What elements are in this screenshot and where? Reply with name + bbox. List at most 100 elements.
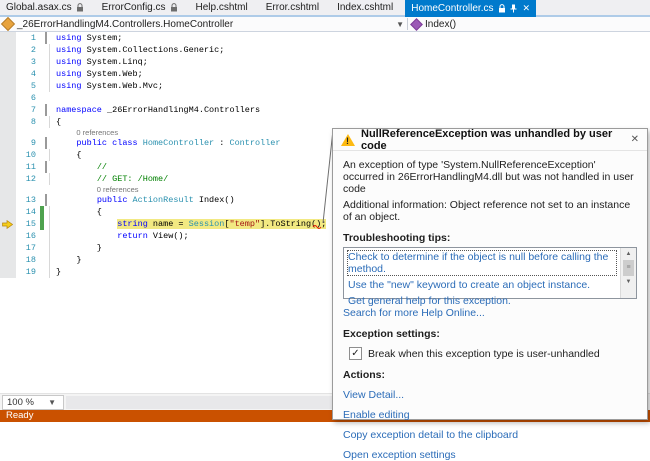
- code-text[interactable]: return View();: [56, 230, 188, 242]
- warning-icon: [341, 133, 355, 146]
- code-text[interactable]: // GET: /Home/: [56, 173, 168, 185]
- breakpoint-margin[interactable]: [0, 56, 16, 68]
- breakpoint-margin[interactable]: [0, 230, 16, 242]
- break-checkbox-label: Break when this exception type is user-u…: [368, 347, 600, 360]
- collapse-box-icon[interactable]: [45, 194, 47, 206]
- tab-errorconfig-cs[interactable]: ErrorConfig.cs: [96, 0, 184, 15]
- breakpoint-margin[interactable]: [0, 242, 16, 254]
- collapse-box-icon[interactable]: [45, 32, 47, 44]
- code-text[interactable]: {: [56, 116, 61, 128]
- lock-icon: [76, 3, 84, 12]
- action-link-copy-exception-detail-to-the-clipboard[interactable]: Copy exception detail to the clipboard: [343, 429, 637, 441]
- outline-margin: [44, 128, 56, 137]
- scroll-down-arrow[interactable]: ▼: [626, 276, 632, 288]
- close-icon[interactable]: ✕: [631, 134, 639, 145]
- tab-index-cshtml[interactable]: Index.cshtml: [331, 0, 399, 15]
- breakpoint-margin[interactable]: [0, 149, 16, 161]
- code-text[interactable]: }: [56, 254, 81, 266]
- tab-label: Global.asax.cs: [6, 2, 72, 13]
- breakpoint-margin[interactable]: [0, 44, 16, 56]
- line-number: [16, 128, 40, 137]
- collapse-box-icon[interactable]: [45, 104, 47, 116]
- breakpoint-margin[interactable]: [0, 185, 16, 194]
- tab-bar: Global.asax.cs ErrorConfig.cs Help.cshtml E…: [0, 0, 650, 17]
- line-number: 19: [25, 267, 36, 277]
- tab-global-asax-cs[interactable]: Global.asax.cs: [0, 0, 90, 15]
- code-line: 7 namespace _26ErrorHandlingM4.Controller…: [0, 104, 650, 116]
- code-text[interactable]: }: [56, 242, 102, 254]
- tab-error-cshtml[interactable]: Error.cshtml: [260, 0, 325, 15]
- outline-margin: [44, 68, 56, 80]
- scroll-up-arrow[interactable]: ▲: [626, 248, 632, 260]
- breakpoint-margin[interactable]: [0, 254, 16, 266]
- code-text[interactable]: using System.Web;: [56, 68, 143, 80]
- troubleshooting-tip-link[interactable]: Use the "new" keyword to create an objec…: [348, 279, 616, 291]
- outline-margin: [44, 137, 56, 149]
- code-text[interactable]: public class HomeController : Controller: [56, 137, 280, 149]
- line-number: 7: [30, 105, 36, 115]
- code-text[interactable]: }: [56, 266, 61, 278]
- codelens-label[interactable]: 0 references: [76, 128, 118, 137]
- tab-homecontroller-cs[interactable]: HomeController.cs ✕: [405, 0, 537, 17]
- outline-margin: [44, 116, 56, 128]
- breakpoint-margin[interactable]: [0, 116, 16, 128]
- codelens-references[interactable]: 0 references: [56, 128, 118, 137]
- code-text[interactable]: string name = Session["temp"].ToString()…: [56, 218, 327, 230]
- action-link-open-exception-settings[interactable]: Open exception settings: [343, 449, 637, 461]
- line-number: 4: [30, 69, 36, 79]
- breakpoint-margin[interactable]: [0, 80, 16, 92]
- breakpoint-margin[interactable]: [0, 92, 16, 104]
- tab-label: HomeController.cs: [411, 3, 494, 14]
- code-text[interactable]: {: [56, 149, 81, 161]
- action-link-enable-editing[interactable]: Enable editing: [343, 409, 637, 421]
- breakpoint-margin[interactable]: [0, 104, 16, 116]
- pin-icon[interactable]: [510, 4, 517, 13]
- scrollbar[interactable]: ▲ ≡ ▼: [620, 248, 636, 298]
- breakpoint-margin[interactable]: [0, 137, 16, 149]
- break-checkbox[interactable]: ✓: [349, 347, 362, 360]
- scrollbar-thumb[interactable]: ≡: [623, 260, 634, 276]
- line-number: 6: [30, 93, 36, 103]
- code-text[interactable]: using System;: [56, 32, 122, 44]
- breakpoint-margin[interactable]: [0, 173, 16, 185]
- tab-help-cshtml[interactable]: Help.cshtml: [190, 0, 254, 15]
- code-text[interactable]: using System.Collections.Generic;: [56, 44, 224, 56]
- troubleshooting-tip-link[interactable]: Check to determine if the object is null…: [347, 250, 617, 276]
- line-number: 13: [25, 195, 36, 205]
- member-dropdown[interactable]: Index(): [408, 17, 650, 31]
- actions-list: View Detail... Enable editing Copy excepti…: [343, 389, 637, 461]
- breakpoint-margin[interactable]: [0, 32, 16, 44]
- code-line: 8{: [0, 116, 650, 128]
- vs-window: Global.asax.cs ErrorConfig.cs Help.cshtml E…: [0, 0, 650, 461]
- breakpoint-margin[interactable]: [0, 128, 16, 137]
- code-text[interactable]: public ActionResult Index(): [56, 194, 235, 206]
- chevron-down-icon[interactable]: ▼: [396, 20, 407, 29]
- line-number: 10: [25, 150, 36, 160]
- code-text[interactable]: //: [56, 161, 107, 173]
- code-text[interactable]: namespace _26ErrorHandlingM4.Controllers: [56, 104, 260, 116]
- code-text[interactable]: {: [56, 206, 102, 218]
- action-link-view-detail-[interactable]: View Detail...: [343, 389, 637, 401]
- codelens-references[interactable]: 0 references: [56, 185, 139, 194]
- collapse-box-icon[interactable]: [45, 137, 47, 149]
- tab-label: Index.cshtml: [337, 2, 394, 13]
- outline-margin: [44, 218, 56, 230]
- breakpoint-margin[interactable]: [0, 218, 16, 230]
- code-text[interactable]: using System.Linq;: [56, 56, 148, 68]
- breakpoint-margin[interactable]: [0, 206, 16, 218]
- close-icon[interactable]: ✕: [523, 4, 531, 13]
- code-text[interactable]: using System.Web.Mvc;: [56, 80, 163, 92]
- exception-additional-info: Additional information: Object reference…: [343, 199, 631, 223]
- codelens-label[interactable]: 0 references: [97, 185, 139, 194]
- zoom-level-select[interactable]: 100 % ▼: [2, 395, 64, 410]
- troubleshooting-tip-link[interactable]: Get general help for this exception.: [348, 295, 616, 307]
- breakpoint-margin[interactable]: [0, 266, 16, 278]
- lock-icon: [498, 4, 506, 13]
- outline-margin: [44, 230, 56, 242]
- collapse-box-icon[interactable]: [45, 161, 47, 173]
- breakpoint-margin[interactable]: [0, 68, 16, 80]
- type-dropdown[interactable]: _26ErrorHandlingM4.Controllers.HomeContr…: [0, 16, 407, 32]
- breakpoint-margin[interactable]: [0, 194, 16, 206]
- breakpoint-margin[interactable]: [0, 161, 16, 173]
- search-help-online-link[interactable]: Search for more Help Online...: [343, 307, 485, 319]
